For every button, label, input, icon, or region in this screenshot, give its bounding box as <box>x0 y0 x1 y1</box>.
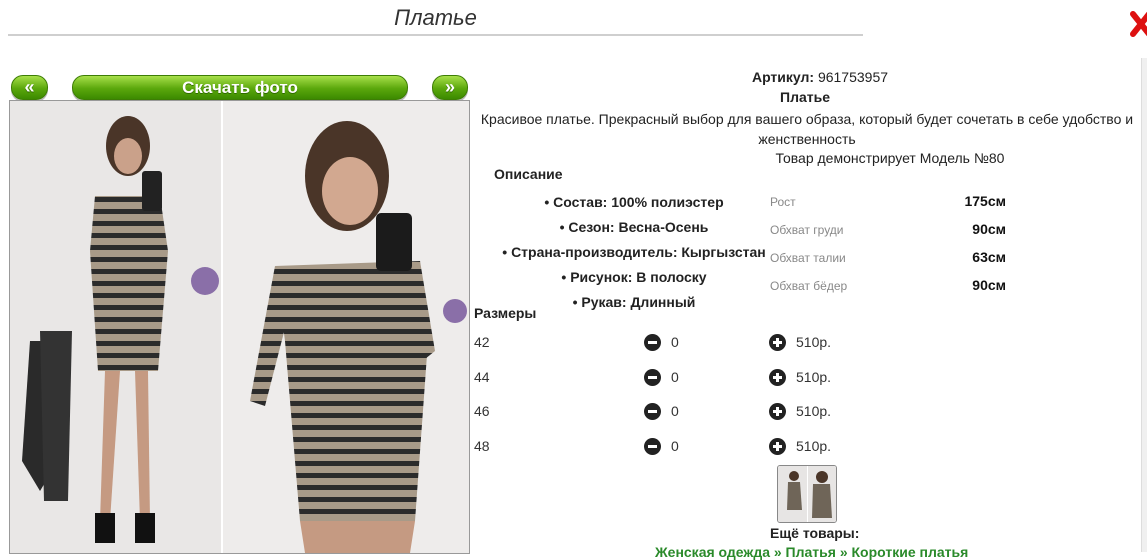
product-description: Красивое платье. Прекрасный выбор для ва… <box>480 111 1134 147</box>
measure-label: Рост <box>770 195 796 209</box>
more-products-label: Ещё товары: <box>770 525 860 541</box>
next-photo-button[interactable]: » <box>432 75 468 100</box>
minus-icon[interactable] <box>644 403 661 420</box>
article-label: Артикул: <box>751 69 815 85</box>
feature-item: • Состав: 100% полиэстер <box>544 194 724 210</box>
size-label: 46 <box>474 403 490 419</box>
measure-value: 90см <box>972 277 1006 293</box>
page-title: Платье <box>8 4 863 36</box>
feature-item: • Страна-производитель: Кыргызстан <box>502 244 766 260</box>
close-icon[interactable] <box>1130 10 1147 38</box>
measure-label: Обхват груди <box>770 223 844 237</box>
quantity-value: 0 <box>671 334 679 350</box>
plus-icon[interactable] <box>769 403 786 420</box>
sizes-heading: Размеры <box>474 305 537 321</box>
size-label: 48 <box>474 438 490 454</box>
measure-value: 63см <box>972 249 1006 265</box>
size-label: 42 <box>474 334 490 350</box>
minus-icon[interactable] <box>644 438 661 455</box>
measure-value: 175см <box>964 193 1006 209</box>
product-photo <box>9 100 470 554</box>
feature-item: • Сезон: Весна-Осень <box>559 219 709 235</box>
minus-icon[interactable] <box>644 334 661 351</box>
quantity-value: 0 <box>671 369 679 385</box>
quantity-value: 0 <box>671 438 679 454</box>
measure-value: 90см <box>972 221 1006 237</box>
plus-icon[interactable] <box>769 438 786 455</box>
model-note: Товар демонстрирует Модель №80 <box>775 150 1005 166</box>
size-label: 44 <box>474 369 490 385</box>
plus-icon[interactable] <box>769 334 786 351</box>
photo-thumbnail[interactable] <box>777 465 837 523</box>
price-value: 510р. <box>796 334 832 350</box>
download-photo-button[interactable]: Скачать фото <box>72 75 408 100</box>
scrollbar[interactable] <box>1141 58 1147 552</box>
minus-icon[interactable] <box>644 369 661 386</box>
price-value: 510р. <box>796 438 832 454</box>
price-value: 510р. <box>796 369 832 385</box>
article-value: 961753957 <box>817 69 889 85</box>
product-name: Платье <box>780 89 830 105</box>
prev-photo-button[interactable]: « <box>11 75 48 100</box>
quantity-value: 0 <box>671 403 679 419</box>
measure-label: Обхват бёдер <box>770 279 848 293</box>
description-heading: Описание <box>494 166 563 182</box>
plus-icon[interactable] <box>769 369 786 386</box>
price-value: 510р. <box>796 403 832 419</box>
measure-label: Обхват талии <box>770 251 846 265</box>
feature-list: • Состав: 100% полиэстер • Сезон: Весна-… <box>494 190 774 315</box>
article-line: Артикул: 961753957 <box>700 69 940 85</box>
feature-item: • Рисунок: В полоску <box>561 269 707 285</box>
category-breadcrumb[interactable]: Женская одежда » Платья » Короткие плать… <box>655 544 968 560</box>
